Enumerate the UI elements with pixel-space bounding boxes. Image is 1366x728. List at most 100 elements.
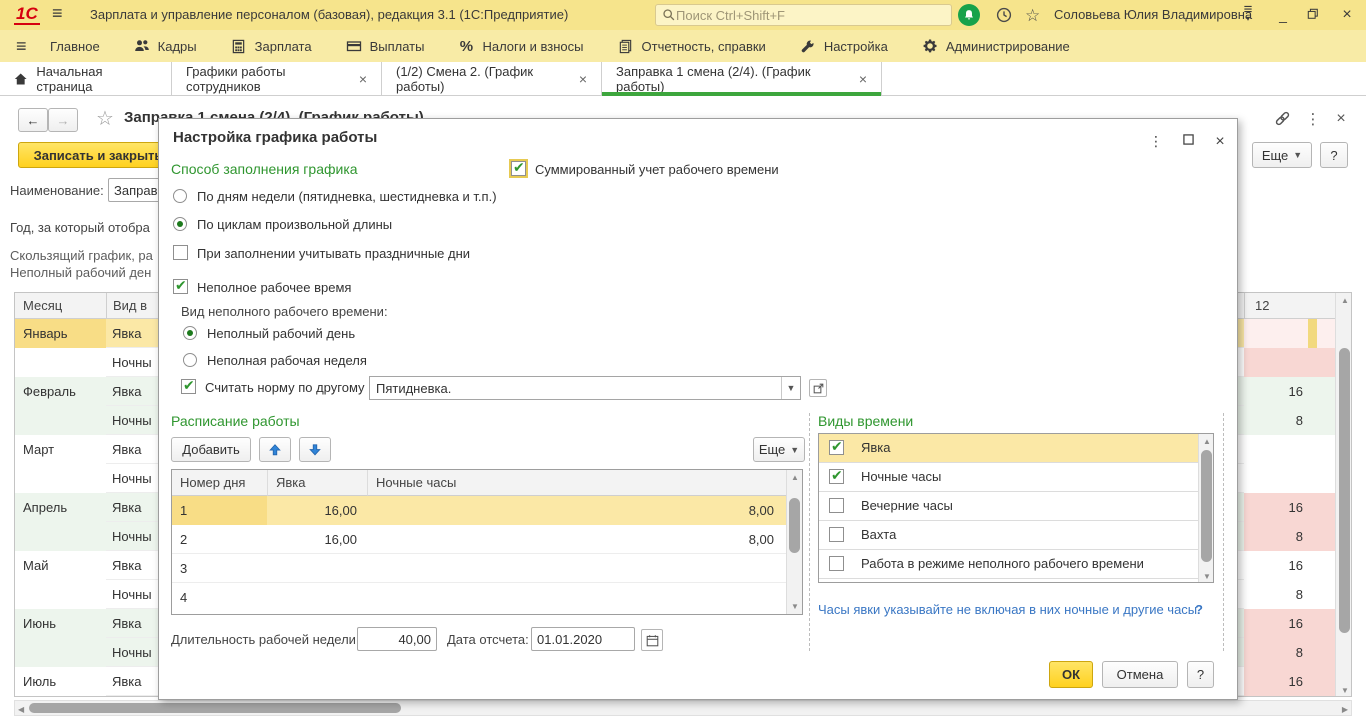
dialog-close-icon[interactable]: ×: [1208, 133, 1232, 151]
sections-menu-icon[interactable]: ≡: [16, 36, 42, 57]
form-more-button[interactable]: Еще▼: [1252, 142, 1312, 168]
menu-item-payments[interactable]: Выплаты: [346, 38, 425, 54]
menu-item-settings[interactable]: Настройка: [800, 38, 888, 54]
form-kebab-icon[interactable]: ⋮: [1303, 110, 1323, 130]
form-close-icon[interactable]: ×: [1331, 110, 1351, 130]
parttime-work-checkbox[interactable]: [829, 556, 844, 571]
list-item[interactable]: Работа в режиме неполного рабочего време…: [819, 550, 1198, 579]
evening-hours-checkbox[interactable]: [829, 498, 844, 513]
dialog-kebab-icon[interactable]: ⋮: [1144, 133, 1168, 151]
scroll-down-icon[interactable]: ▼: [791, 602, 799, 611]
tab-close-icon[interactable]: ×: [579, 71, 587, 87]
list-item-label: Вечерние часы: [861, 498, 953, 513]
scroll-down-icon[interactable]: ▼: [1341, 686, 1349, 695]
close-icon[interactable]: ×: [1336, 4, 1358, 26]
favorites-star-icon[interactable]: ☆: [1025, 6, 1043, 24]
column-header-attendance[interactable]: Явка: [267, 470, 367, 496]
column-header-day12[interactable]: 12: [1244, 293, 1335, 319]
tab-shift2[interactable]: (1/2) Смена 2. (График работы) ×: [382, 62, 602, 96]
summarized-time-checkbox[interactable]: [511, 161, 526, 176]
current-user[interactable]: Соловьева Юлия Владимировна: [1054, 7, 1252, 22]
history-icon[interactable]: [995, 6, 1013, 24]
restore-icon[interactable]: [1302, 4, 1324, 26]
schedule-table-vscrollbar[interactable]: ▲ ▼: [786, 470, 802, 614]
forward-button[interactable]: →: [48, 108, 78, 132]
list-item[interactable]: О… б… б…: [819, 579, 1198, 583]
attendance-hint-link[interactable]: Часы явки указывайте не включая в них но…: [818, 602, 1197, 617]
column-header-month[interactable]: Месяц: [15, 293, 106, 319]
parttime-checkbox[interactable]: [173, 279, 188, 294]
vscroll-thumb[interactable]: [789, 498, 800, 553]
form-help-button[interactable]: ?: [1320, 142, 1348, 168]
calendar-icon[interactable]: [641, 629, 663, 651]
time-types-vscrollbar[interactable]: ▲ ▼: [1198, 434, 1214, 583]
notifications-bell-icon[interactable]: [958, 4, 980, 26]
night-hours-checkbox[interactable]: [829, 469, 844, 484]
scroll-down-icon[interactable]: ▼: [1203, 572, 1211, 581]
menu-item-taxes[interactable]: % Налоги и взносы: [458, 38, 583, 54]
hscroll-thumb[interactable]: [29, 703, 401, 713]
move-down-button[interactable]: [299, 437, 331, 462]
cancel-button[interactable]: Отмена: [1102, 661, 1178, 688]
menu-item-main[interactable]: Главное: [50, 39, 100, 54]
holidays-checkbox[interactable]: [173, 245, 188, 260]
chevron-down-icon[interactable]: ▼: [781, 377, 800, 399]
main-menu-icon[interactable]: ≡: [52, 3, 63, 24]
global-search[interactable]: [655, 4, 952, 26]
tab-close-icon[interactable]: ×: [859, 71, 867, 87]
group-splitter[interactable]: [1223, 413, 1224, 651]
scroll-up-icon[interactable]: ▲: [791, 473, 799, 482]
column-header-night[interactable]: Ночные часы: [367, 470, 786, 496]
list-item[interactable]: Ночные часы: [819, 463, 1198, 492]
move-up-button[interactable]: [259, 437, 291, 462]
tab-close-icon[interactable]: ×: [359, 71, 367, 87]
parttime-week-radio[interactable]: [183, 353, 197, 367]
vscroll-thumb[interactable]: [1201, 450, 1212, 562]
scroll-up-icon[interactable]: ▲: [1203, 437, 1211, 446]
by-cycles-radio[interactable]: [173, 217, 187, 231]
dialog-help-button[interactable]: ?: [1187, 661, 1214, 688]
menu-item-staff[interactable]: Кадры: [134, 38, 197, 54]
minimize-icon[interactable]: _: [1272, 4, 1294, 26]
tab-home[interactable]: Начальная страница: [0, 62, 172, 96]
open-schedule-icon[interactable]: [809, 379, 827, 397]
search-input[interactable]: [676, 8, 926, 23]
scroll-right-icon[interactable]: ▶: [1342, 705, 1348, 714]
home-icon: [14, 72, 27, 86]
dialog-maximize-icon[interactable]: [1176, 133, 1200, 151]
by-weekdays-radio[interactable]: [173, 189, 187, 203]
report-icon: [618, 38, 634, 54]
list-item[interactable]: Вахта: [819, 521, 1198, 550]
add-row-button[interactable]: Добавить: [171, 437, 251, 462]
menu-item-salary[interactable]: Зарплата: [231, 38, 312, 54]
ok-button[interactable]: ОК: [1049, 661, 1093, 688]
week-length-input[interactable]: [357, 627, 437, 651]
scroll-up-icon[interactable]: ▲: [1341, 296, 1349, 305]
hint-help-link[interactable]: ?: [1195, 602, 1203, 617]
schedule-more-button[interactable]: Еще▼: [753, 437, 805, 462]
favorite-star-icon[interactable]: ☆: [96, 106, 114, 131]
month-table-vscrollbar[interactable]: ▲ ▼: [1335, 293, 1352, 697]
scroll-left-icon[interactable]: ◀: [18, 705, 24, 714]
tab-zapravka-shift1[interactable]: Заправка 1 смена (2/4). (График работы) …: [602, 62, 882, 96]
vscroll-thumb[interactable]: [1339, 348, 1350, 633]
column-header-daynum[interactable]: Номер дня: [172, 470, 267, 496]
norm-schedule-combo[interactable]: ▼: [369, 376, 801, 400]
save-close-button[interactable]: Записать и закрыть: [18, 142, 178, 168]
link-icon[interactable]: [1272, 110, 1292, 130]
norm-schedule-value[interactable]: [370, 377, 780, 399]
start-date-input[interactable]: [531, 627, 635, 651]
list-item[interactable]: Явка: [819, 434, 1198, 463]
menu-item-administration[interactable]: Администрирование: [922, 38, 1070, 54]
vakhta-checkbox[interactable]: [829, 527, 844, 542]
menu-item-reports[interactable]: Отчетность, справки: [618, 38, 766, 54]
norm-other-schedule-checkbox[interactable]: [181, 379, 196, 394]
month-table-hscrollbar[interactable]: ◀ ▶: [14, 700, 1352, 716]
parttime-day-radio[interactable]: [183, 326, 197, 340]
back-button[interactable]: ←: [18, 108, 48, 132]
attendance-checkbox[interactable]: [829, 440, 844, 455]
user-menu-icon[interactable]: ≡▾: [1238, 4, 1258, 26]
tab-schedules-list[interactable]: Графики работы сотрудников ×: [172, 62, 382, 96]
group-splitter[interactable]: [809, 413, 810, 651]
list-item[interactable]: Вечерние часы: [819, 492, 1198, 521]
